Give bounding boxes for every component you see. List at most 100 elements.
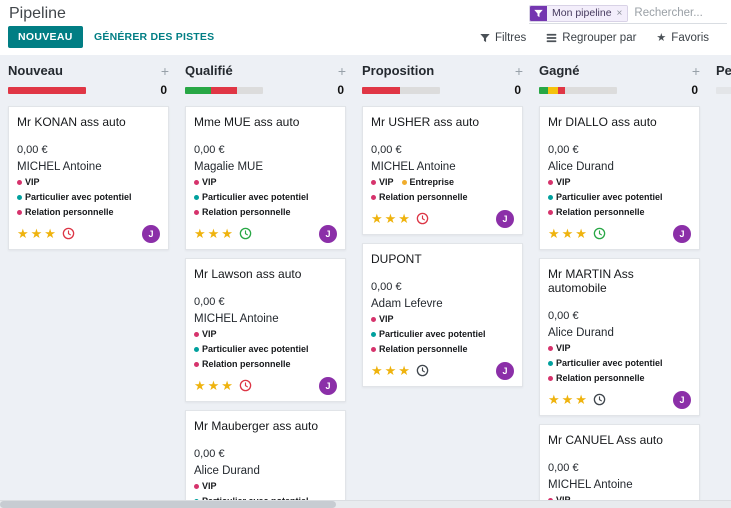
kanban-card[interactable]: Mr Mauberger ass auto 0,00 € Alice Duran… (185, 409, 346, 500)
search-input[interactable] (628, 7, 727, 19)
priority-stars[interactable]: ★★★ (17, 226, 58, 242)
column-count: 0 (514, 83, 521, 97)
tag-dot-icon (17, 180, 22, 186)
progress-segment[interactable] (400, 86, 440, 94)
topbar: Pipeline NOUVEAU GÉNÉRER DES PISTES Mon … (0, 0, 731, 55)
salesperson-avatar: J (496, 361, 514, 380)
card-salesperson: Magalie MUE (194, 161, 264, 173)
kanban-card[interactable]: Mme MUE ass auto 0,00 € Magalie MUE VIP P… (185, 106, 346, 250)
scrollbar-thumb[interactable] (0, 501, 336, 508)
kanban-card[interactable]: Mr CANUEL Ass auto 0,00 € MICHEL Antoine… (539, 423, 700, 500)
kanban-card[interactable]: Mr DIALLO ass auto 0,00 € Alice Durand V… (539, 106, 700, 250)
column-title[interactable]: Nouveau (8, 63, 63, 78)
progress-segment[interactable] (564, 86, 617, 94)
generate-leads-button[interactable]: GÉNÉRER DES PISTES (90, 26, 218, 48)
tag-dot-icon (548, 361, 553, 367)
facet-remove-icon[interactable]: × (617, 8, 623, 19)
column-progressbar[interactable] (8, 86, 86, 94)
card-salesperson: Adam Lefevre (371, 297, 443, 310)
tag-dot-icon (548, 346, 553, 352)
column-progressbar[interactable] (362, 86, 440, 94)
add-record-icon[interactable]: + (161, 64, 169, 78)
card-tag: Relation personnelle (194, 358, 291, 372)
column-title[interactable]: Perdu (716, 63, 731, 78)
activity-clock-icon[interactable] (62, 227, 75, 240)
column-progressbar[interactable] (716, 86, 731, 94)
card-tag: VIP (194, 328, 217, 342)
column-progressbar[interactable] (539, 86, 617, 94)
column-count: 0 (160, 83, 167, 97)
kanban-card[interactable]: Mr MARTIN Ass automobile 0,00 € Alice Du… (539, 257, 700, 416)
tag-dot-icon (194, 347, 199, 353)
tag-dot-icon (548, 180, 553, 186)
favorites-menu[interactable]: ★ Favoris (656, 31, 709, 45)
card-tag: VIP (194, 480, 217, 494)
salesperson-avatar: J (496, 209, 514, 228)
priority-stars[interactable]: ★★★ (194, 378, 235, 394)
activity-clock-icon[interactable] (239, 227, 252, 240)
card-title: Mr CANUEL Ass auto (548, 432, 663, 447)
column-title[interactable]: Proposition (362, 63, 434, 78)
kanban-card[interactable]: Mr Lawson ass auto 0,00 € MICHEL Antoine… (185, 257, 346, 402)
card-title: DUPONT (371, 251, 422, 266)
card-title: Mr USHER ass auto (371, 115, 480, 129)
card-amount: 0,00 € (548, 461, 579, 474)
new-button[interactable]: NOUVEAU (8, 26, 83, 48)
kanban-card[interactable]: Mr KONAN ass auto 0,00 € MICHEL Antoine … (8, 106, 169, 250)
progress-segment[interactable] (210, 86, 238, 94)
add-record-icon[interactable]: + (338, 64, 346, 78)
kanban-column: Qualifié + 0 Mme MUE ass auto 0,00 € Mag… (177, 55, 354, 500)
card-tag: Particulier avec potentiel (548, 357, 663, 371)
activity-clock-icon[interactable] (593, 227, 606, 240)
salesperson-avatar: J (142, 224, 160, 243)
kanban-column: Perdu + 0 (708, 55, 731, 500)
card-amount: 0,00 € (17, 144, 48, 156)
activity-clock-icon[interactable] (593, 393, 606, 406)
priority-stars[interactable]: ★★★ (194, 226, 235, 242)
progress-segment[interactable] (237, 86, 263, 94)
progress-segment[interactable] (8, 86, 86, 94)
activity-clock-icon[interactable] (416, 212, 429, 225)
kanban-column: Nouveau + 0 Mr KONAN ass auto 0,00 € MIC… (0, 55, 177, 500)
activity-clock-icon[interactable] (416, 364, 429, 377)
column-cards: Mr KONAN ass auto 0,00 € MICHEL Antoine … (8, 106, 169, 250)
priority-stars[interactable]: ★★★ (371, 363, 412, 379)
horizontal-scrollbar[interactable] (0, 500, 731, 508)
card-amount: 0,00 € (371, 144, 402, 156)
kanban-card[interactable]: Mr USHER ass auto 0,00 € MICHEL Antoine … (362, 106, 523, 235)
column-title[interactable]: Gagné (539, 63, 579, 78)
card-tag: Particulier avec potentiel (194, 191, 309, 205)
card-title: Mr KONAN ass auto (17, 115, 126, 129)
card-title: Mme MUE ass auto (194, 115, 300, 129)
activity-clock-icon[interactable] (239, 379, 252, 392)
progress-segment[interactable] (557, 86, 565, 94)
card-salesperson: MICHEL Antoine (17, 161, 102, 173)
card-salesperson: Alice Durand (548, 326, 614, 339)
column-progressbar[interactable] (185, 86, 263, 94)
card-tag: Particulier avec potentiel (194, 343, 309, 357)
card-title: Mr DIALLO ass auto (548, 115, 657, 129)
add-record-icon[interactable]: + (692, 64, 700, 78)
search-bar[interactable]: Mon pipeline × (529, 3, 727, 24)
column-count: 0 (337, 83, 344, 97)
card-tag: Relation personnelle (371, 343, 468, 357)
kanban-column: Gagné + 0 Mr DIALLO ass auto 0,00 € Alic… (531, 55, 708, 500)
progress-segment[interactable] (716, 86, 731, 94)
progress-segment[interactable] (539, 86, 549, 94)
card-tag: Relation personnelle (548, 206, 645, 220)
priority-stars[interactable]: ★★★ (548, 392, 589, 408)
progress-segment[interactable] (362, 86, 401, 94)
progress-segment[interactable] (548, 86, 558, 94)
group-by-menu[interactable]: Regrouper par (546, 32, 636, 44)
progress-segment[interactable] (185, 86, 211, 94)
kanban-column: Proposition + 0 Mr USHER ass auto 0,00 €… (354, 55, 531, 500)
card-salesperson: MICHEL Antoine (371, 161, 456, 173)
kanban-card[interactable]: DUPONT 0,00 € Adam Lefevre VIP Particulie… (362, 242, 523, 387)
filters-menu[interactable]: Filtres (480, 32, 526, 44)
priority-stars[interactable]: ★★★ (371, 211, 412, 227)
card-salesperson: Alice Durand (548, 161, 614, 173)
column-title[interactable]: Qualifié (185, 63, 233, 78)
priority-stars[interactable]: ★★★ (548, 226, 589, 242)
add-record-icon[interactable]: + (515, 64, 523, 78)
column-count: 0 (691, 83, 698, 97)
